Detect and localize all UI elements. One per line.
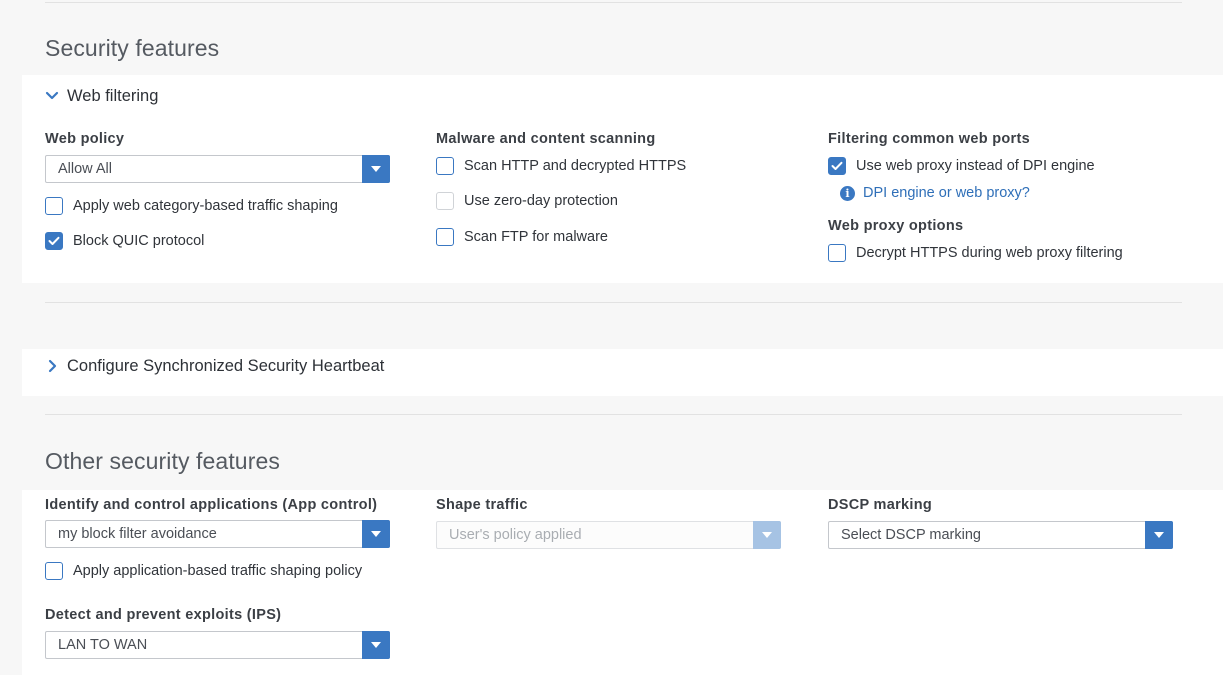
block-quic-label: Block QUIC protocol	[73, 233, 205, 249]
app-traffic-shaping-checkbox[interactable]	[45, 562, 63, 580]
web-policy-value: Allow All	[58, 161, 112, 177]
zero-day-label: Use zero-day protection	[464, 193, 618, 209]
web-proxy-options-label: Web proxy options	[828, 218, 964, 234]
caret-down-icon[interactable]	[1145, 521, 1173, 549]
block-quic-checkbox[interactable]	[45, 232, 63, 250]
app-control-select[interactable]: my block filter avoidance	[45, 520, 390, 548]
check-icon	[831, 161, 843, 170]
divider	[45, 302, 1182, 303]
web-filtering-toggle[interactable]: Web filtering	[45, 84, 158, 108]
scan-ftp-checkbox[interactable]	[436, 228, 454, 246]
app-traffic-shaping-option[interactable]: Apply application-based traffic shaping …	[45, 561, 362, 581]
scan-http-label: Scan HTTP and decrypted HTTPS	[464, 158, 687, 174]
web-filtering-label: Web filtering	[67, 86, 159, 105]
dscp-marking-value: Select DSCP marking	[841, 527, 981, 543]
shape-traffic-label: Shape traffic	[436, 497, 528, 513]
scan-http-checkbox[interactable]	[436, 157, 454, 175]
scan-http-option[interactable]: Scan HTTP and decrypted HTTPS	[436, 156, 686, 176]
shape-traffic-select: User's policy applied	[436, 521, 781, 549]
block-quic-option[interactable]: Block QUIC protocol	[45, 231, 204, 251]
dpi-or-proxy-link[interactable]: DPI engine or web proxy?	[863, 185, 1030, 201]
caret-down-icon[interactable]	[362, 520, 390, 548]
web-traffic-shaping-option[interactable]: Apply web category-based traffic shaping	[45, 196, 338, 216]
decrypt-https-option[interactable]: Decrypt HTTPS during web proxy filtering	[828, 243, 1123, 263]
security-features-title: Security features	[45, 35, 220, 61]
app-control-label: Identify and control applications (App c…	[45, 497, 378, 513]
info-icon: i	[840, 185, 855, 201]
chevron-right-icon	[45, 359, 59, 373]
scan-ftp-option[interactable]: Scan FTP for malware	[436, 227, 608, 247]
app-traffic-shaping-label: Apply application-based traffic shaping …	[73, 563, 363, 579]
scan-ftp-label: Scan FTP for malware	[464, 229, 608, 245]
malware-scanning-label: Malware and content scanning	[436, 131, 656, 147]
shape-traffic-value: User's policy applied	[449, 527, 582, 543]
decrypt-https-label: Decrypt HTTPS during web proxy filtering	[856, 245, 1123, 261]
check-icon	[48, 236, 60, 245]
use-web-proxy-label: Use web proxy instead of DPI engine	[856, 158, 1095, 174]
web-traffic-shaping-checkbox[interactable]	[45, 197, 63, 215]
ips-label: Detect and prevent exploits (IPS)	[45, 607, 282, 623]
web-policy-label: Web policy	[45, 131, 125, 147]
web-traffic-shaping-label: Apply web category-based traffic shaping	[73, 198, 338, 214]
web-policy-select[interactable]: Allow All	[45, 155, 390, 183]
divider	[45, 414, 1182, 415]
caret-down-icon[interactable]	[362, 631, 390, 659]
heartbeat-label: Configure Synchronized Security Heartbea…	[67, 356, 385, 375]
zero-day-checkbox[interactable]	[436, 192, 454, 210]
caret-down-icon[interactable]	[362, 155, 390, 183]
ips-select[interactable]: LAN TO WAN	[45, 631, 390, 659]
ips-value: LAN TO WAN	[58, 637, 148, 653]
use-web-proxy-option[interactable]: Use web proxy instead of DPI engine	[828, 156, 1095, 176]
dscp-marking-select[interactable]: Select DSCP marking	[828, 521, 1173, 549]
other-security-features-title: Other security features	[45, 448, 280, 474]
heartbeat-toggle[interactable]: Configure Synchronized Security Heartbea…	[45, 354, 384, 378]
dpi-or-proxy-help[interactable]: i DPI engine or web proxy?	[840, 185, 1030, 201]
chevron-down-icon	[45, 89, 59, 103]
caret-down-icon	[753, 521, 781, 549]
top-divider	[45, 2, 1182, 3]
use-web-proxy-checkbox[interactable]	[828, 157, 846, 175]
decrypt-https-checkbox[interactable]	[828, 244, 846, 262]
web-ports-label: Filtering common web ports	[828, 131, 1030, 147]
zero-day-option[interactable]: Use zero-day protection	[436, 191, 618, 211]
dscp-marking-label: DSCP marking	[828, 497, 933, 513]
app-control-value: my block filter avoidance	[58, 526, 217, 542]
